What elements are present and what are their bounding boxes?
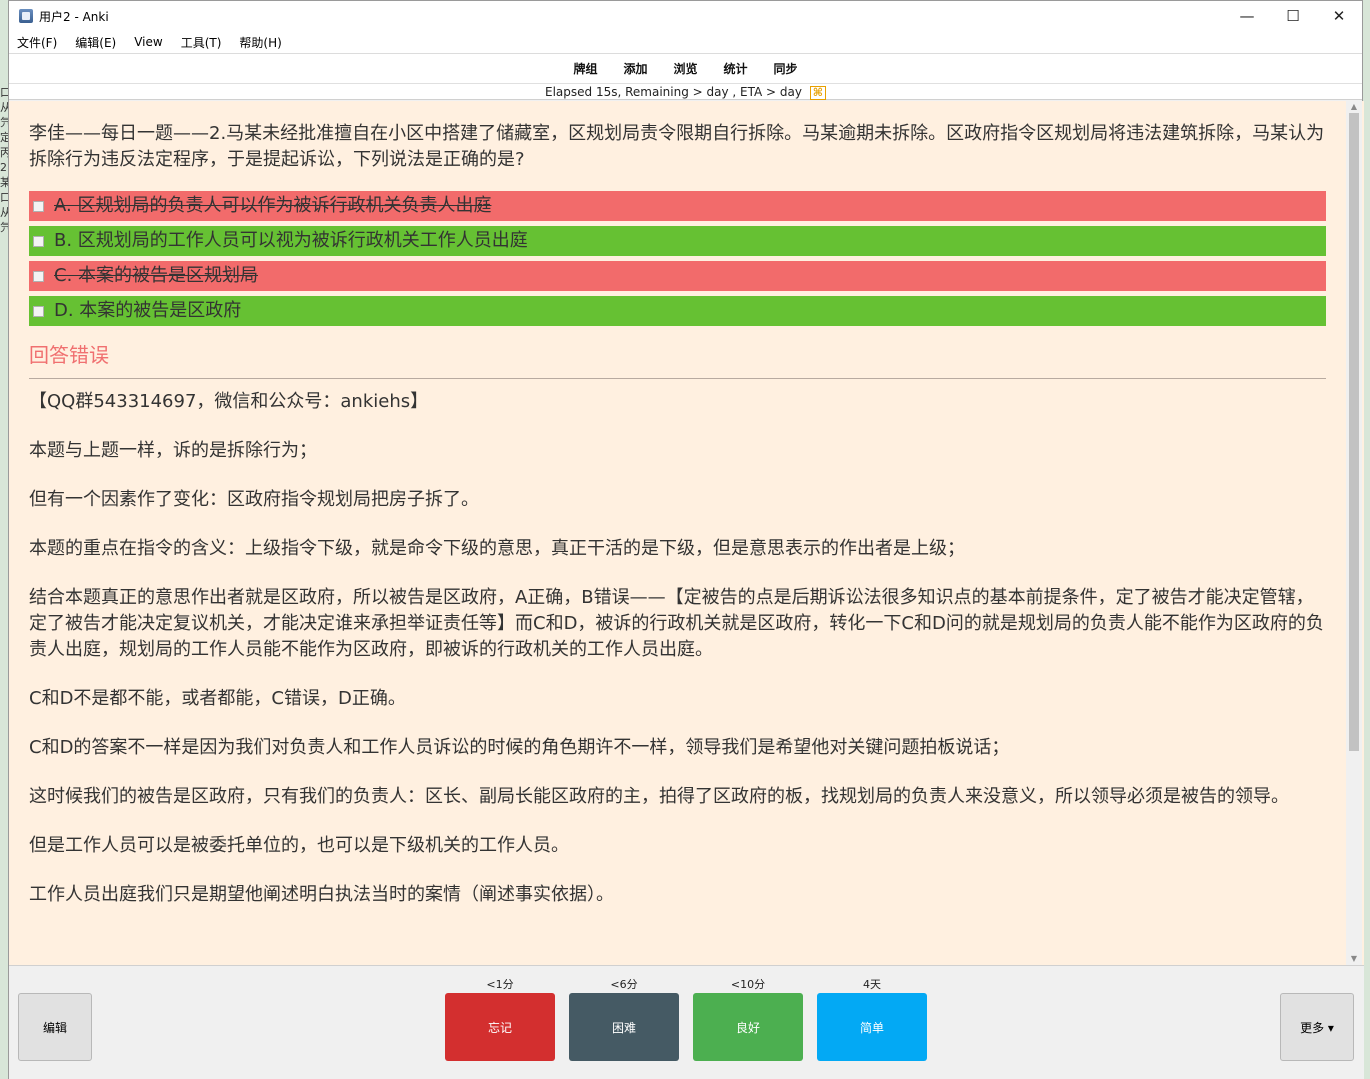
- explanation-paragraph: C和D不是都不能，或者都能，C错误，D正确。: [29, 688, 406, 709]
- interval-again: <1分: [486, 978, 514, 991]
- scroll-up-icon[interactable]: ▲: [1346, 101, 1362, 113]
- menu-tools[interactable]: 工具(T): [181, 34, 222, 51]
- main-toolbar: 牌组 添加 浏览 统计 同步: [9, 54, 1362, 84]
- explanation-paragraph: C和D的答案不一样是因为我们对负责人和工作人员诉讼的时候的角色期许不一样，领导我…: [29, 737, 1010, 758]
- option-c-text: C. 本案的被告是区规划局: [54, 265, 259, 286]
- window-controls: — ☐ ✕: [1224, 1, 1362, 31]
- menu-edit[interactable]: 编辑(E): [75, 34, 116, 51]
- scroll-thumb[interactable]: [1349, 113, 1359, 751]
- answer-divider: [29, 378, 1326, 379]
- checkbox-icon: [33, 270, 44, 282]
- progress-status-line: Elapsed 15s, Remaining > day , ETA > day…: [9, 84, 1362, 100]
- explanation-paragraph: 结合本题真正的意思作出者就是区政府，所以被告是区政府，A正确，B错误——【定被告…: [29, 587, 1324, 660]
- option-c: C. 本案的被告是区规划局: [29, 261, 1326, 291]
- explanation-paragraph: 工作人员出庭我们只是期望他阐述明白执法当时的案情（阐述事实依据）。: [29, 884, 614, 905]
- interval-hard: <6分: [610, 978, 638, 991]
- option-b-text: B. 区规划局的工作人员可以视为被诉行政机关工作人员出庭: [54, 230, 528, 251]
- title-bar: 用户2 - Anki — ☐ ✕: [9, 1, 1362, 31]
- explanation-paragraph: 这时候我们的被告是区政府，只有我们的负责人：区长、副局长能区政府的主，拍得了区政…: [29, 786, 1289, 807]
- answer-result: 回答错误: [29, 343, 109, 367]
- option-a-text: A. 区规划局的负责人可以作为被诉行政机关负责人出庭: [54, 195, 492, 216]
- anki-window: 用户2 - Anki — ☐ ✕ 文件(F) 编辑(E) View 工具(T) …: [8, 0, 1364, 1079]
- edit-button[interactable]: 编辑: [18, 993, 92, 1061]
- anki-app-icon: [19, 9, 33, 23]
- card-content: 李佳——每日一题——2.马某未经批准擅自在小区中搭建了储藏室，区规划局责令限期自…: [29, 121, 1326, 931]
- toolbar-stats[interactable]: 统计: [724, 60, 748, 77]
- background-window-strip: 口 从 氕 定 丙 2 某 口 从 氕: [0, 86, 8, 234]
- answer-button-bar: 编辑 <1分 <6分 <10分 4天 忘记 困难 良好 简单 更多 ▾: [9, 965, 1364, 1079]
- progress-status-text: Elapsed 15s, Remaining > day , ETA > day: [544, 85, 802, 99]
- hard-button[interactable]: 困难: [569, 993, 679, 1061]
- toolbar-sync[interactable]: 同步: [774, 60, 798, 77]
- option-d: D. 本案的被告是区政府: [29, 296, 1326, 326]
- toolbar-browse[interactable]: 浏览: [673, 60, 697, 77]
- menu-help[interactable]: 帮助(H): [239, 34, 281, 51]
- checkbox-icon: [33, 200, 44, 212]
- window-title: 用户2 - Anki: [39, 9, 109, 24]
- explanation-paragraph: 本题的重点在指令的含义：上级指令下级，就是命令下级的意思，真正干活的是下级，但是…: [29, 538, 965, 559]
- interval-easy: 4天: [863, 978, 881, 991]
- toolbar-decks[interactable]: 牌组: [573, 60, 597, 77]
- good-button[interactable]: 良好: [693, 993, 803, 1061]
- scroll-down-icon[interactable]: ▼: [1346, 953, 1362, 965]
- checkbox-icon: [33, 305, 44, 317]
- easy-button[interactable]: 简单: [817, 993, 927, 1061]
- menu-file[interactable]: 文件(F): [17, 34, 57, 51]
- menu-bar: 文件(F) 编辑(E) View 工具(T) 帮助(H): [9, 31, 1362, 54]
- option-d-text: D. 本案的被告是区政府: [54, 300, 242, 321]
- option-a: A. 区规划局的负责人可以作为被诉行政机关负责人出庭: [29, 191, 1326, 221]
- checkbox-icon: [33, 235, 44, 247]
- explanation-paragraph: 但有一个因素作了变化：区政府指令规划局把房子拆了。: [29, 489, 479, 510]
- explanation-paragraph: 【QQ群543314697，微信和公众号：ankiehs】: [29, 391, 429, 412]
- option-b: B. 区规划局的工作人员可以视为被诉行政机关工作人员出庭: [29, 226, 1326, 256]
- interval-good: <10分: [730, 978, 766, 991]
- maximize-button[interactable]: ☐: [1270, 1, 1316, 31]
- more-button[interactable]: 更多 ▾: [1280, 993, 1354, 1061]
- card-question: 李佳——每日一题——2.马某未经批准擅自在小区中搭建了储藏室，区规划局责令限期自…: [29, 123, 1325, 170]
- minimize-button[interactable]: —: [1224, 1, 1270, 31]
- explanation-paragraph: 本题与上题一样，诉的是拆除行为；: [29, 440, 317, 461]
- card-reviewer: 李佳——每日一题——2.马某未经批准擅自在小区中搭建了储藏室，区规划局责令限期自…: [9, 101, 1364, 965]
- menu-view[interactable]: View: [134, 35, 162, 49]
- close-button[interactable]: ✕: [1316, 1, 1362, 31]
- again-button[interactable]: 忘记: [445, 993, 555, 1061]
- toolbar-add[interactable]: 添加: [623, 60, 647, 77]
- timer-badge-icon: ⌘: [809, 86, 826, 100]
- explanation-paragraph: 但是工作人员可以是被委托单位的，也可以是下级机关的工作人员。: [29, 835, 569, 856]
- vertical-scrollbar[interactable]: ▲ ▼: [1346, 101, 1362, 965]
